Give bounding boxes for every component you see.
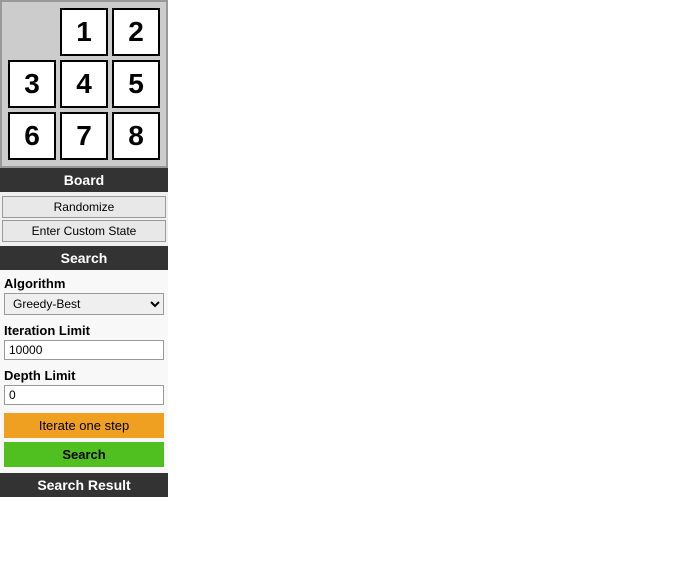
iterate-one-step-button[interactable]: Iterate one step: [4, 413, 164, 438]
depth-limit-label: Depth Limit: [4, 368, 164, 383]
board-container: 12 345 678: [0, 0, 168, 168]
enter-custom-state-button[interactable]: Enter Custom State: [2, 220, 166, 242]
randomize-button[interactable]: Randomize: [2, 196, 166, 218]
board-cell: 4: [60, 60, 108, 108]
algorithm-group: Algorithm Greedy-BestA*BFSDFSIDA*: [4, 276, 164, 315]
board-cell: 7: [60, 112, 108, 160]
iteration-limit-label: Iteration Limit: [4, 323, 164, 338]
board-buttons: Randomize Enter Custom State: [0, 192, 168, 246]
board-cell: 6: [8, 112, 56, 160]
algorithm-label: Algorithm: [4, 276, 164, 291]
board-cell: 3: [8, 60, 56, 108]
search-button[interactable]: Search: [4, 442, 164, 467]
board-cell: 2: [112, 8, 160, 56]
depth-limit-input[interactable]: [4, 385, 164, 405]
board-cell: 5: [112, 60, 160, 108]
iteration-limit-group: Iteration Limit: [4, 323, 164, 360]
app-container: 12 345 678 Board Randomize Enter Custom St…: [0, 0, 168, 497]
search-section: Algorithm Greedy-BestA*BFSDFSIDA* Iterat…: [0, 270, 168, 473]
board-cell: 1: [60, 8, 108, 56]
depth-limit-group: Depth Limit: [4, 368, 164, 405]
search-result-header: Search Result: [0, 473, 168, 497]
board-cell: 8: [112, 112, 160, 160]
board-cell: [8, 8, 56, 56]
iteration-limit-input[interactable]: [4, 340, 164, 360]
board-grid: 12 345 678: [8, 8, 160, 160]
search-header: Search: [0, 246, 168, 270]
algorithm-select[interactable]: Greedy-BestA*BFSDFSIDA*: [4, 293, 164, 315]
board-header: Board: [0, 168, 168, 192]
